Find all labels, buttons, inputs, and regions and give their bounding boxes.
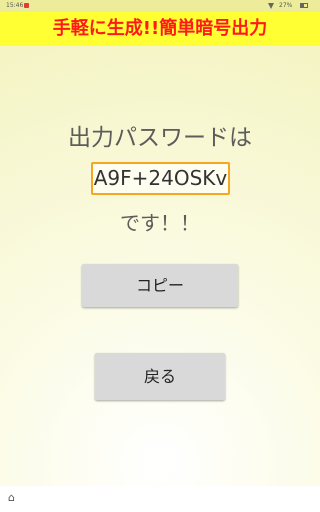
home-icon[interactable]: ⌂ [8,492,20,504]
app-title: 手軽に生成!!簡単暗号出力 [52,18,268,39]
output-heading: 出力パスワードは [68,125,252,151]
status-time: 15:46 [6,2,24,9]
battery-icon [300,3,308,8]
notification-icon [24,3,29,8]
status-bar: 15:46 27% [0,0,320,12]
app-bar: 手軽に生成!!簡単暗号出力 [0,12,320,46]
navigation-bar: ⌂ [0,486,320,512]
password-field[interactable]: A9F+24OSKv [91,162,230,195]
back-button[interactable]: 戻る [95,353,225,400]
battery-percent: 27% [279,2,293,9]
output-suffix: です！！ [120,211,200,235]
wifi-icon [268,3,274,9]
copy-button[interactable]: コピー [82,264,238,307]
